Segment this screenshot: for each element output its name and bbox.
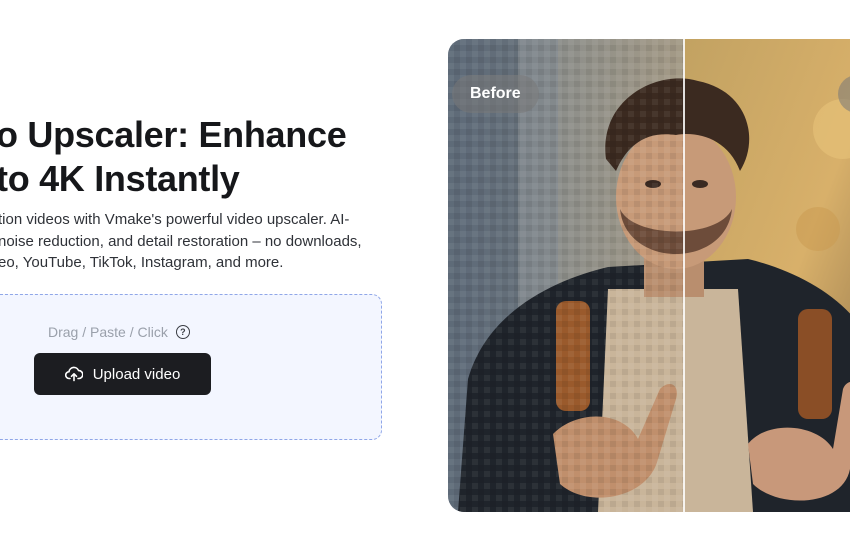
description-line-2: noise reduction, and detail restoration … (0, 232, 362, 250)
page: o Upscaler: Enhance to 4K Instantly tion… (0, 0, 850, 541)
upload-video-button[interactable]: Upload video (34, 353, 211, 395)
page-title-line-1: o Upscaler: Enhance (0, 114, 347, 155)
before-badge: Before (452, 75, 539, 113)
drop-hint: Drag / Paste / Click ? (48, 324, 190, 340)
page-title-line-2: to 4K Instantly (0, 158, 240, 199)
page-title: o Upscaler: Enhance to 4K Instantly (0, 113, 347, 201)
cloud-upload-icon (64, 366, 83, 382)
page-description: tion videos with Vmake's powerful video … (0, 209, 362, 274)
description-line-1: tion videos with Vmake's powerful video … (0, 211, 350, 228)
help-icon[interactable]: ? (175, 325, 190, 339)
upload-video-label: Upload video (92, 365, 181, 383)
drop-hint-text: Drag / Paste / Click (48, 324, 168, 340)
before-after-comparison[interactable]: Before (448, 39, 850, 512)
upload-dropzone[interactable]: Drag / Paste / Click ? Upload video (0, 294, 382, 440)
description-line-3: eo, YouTube, TikTok, Instagram, and more… (0, 254, 284, 271)
